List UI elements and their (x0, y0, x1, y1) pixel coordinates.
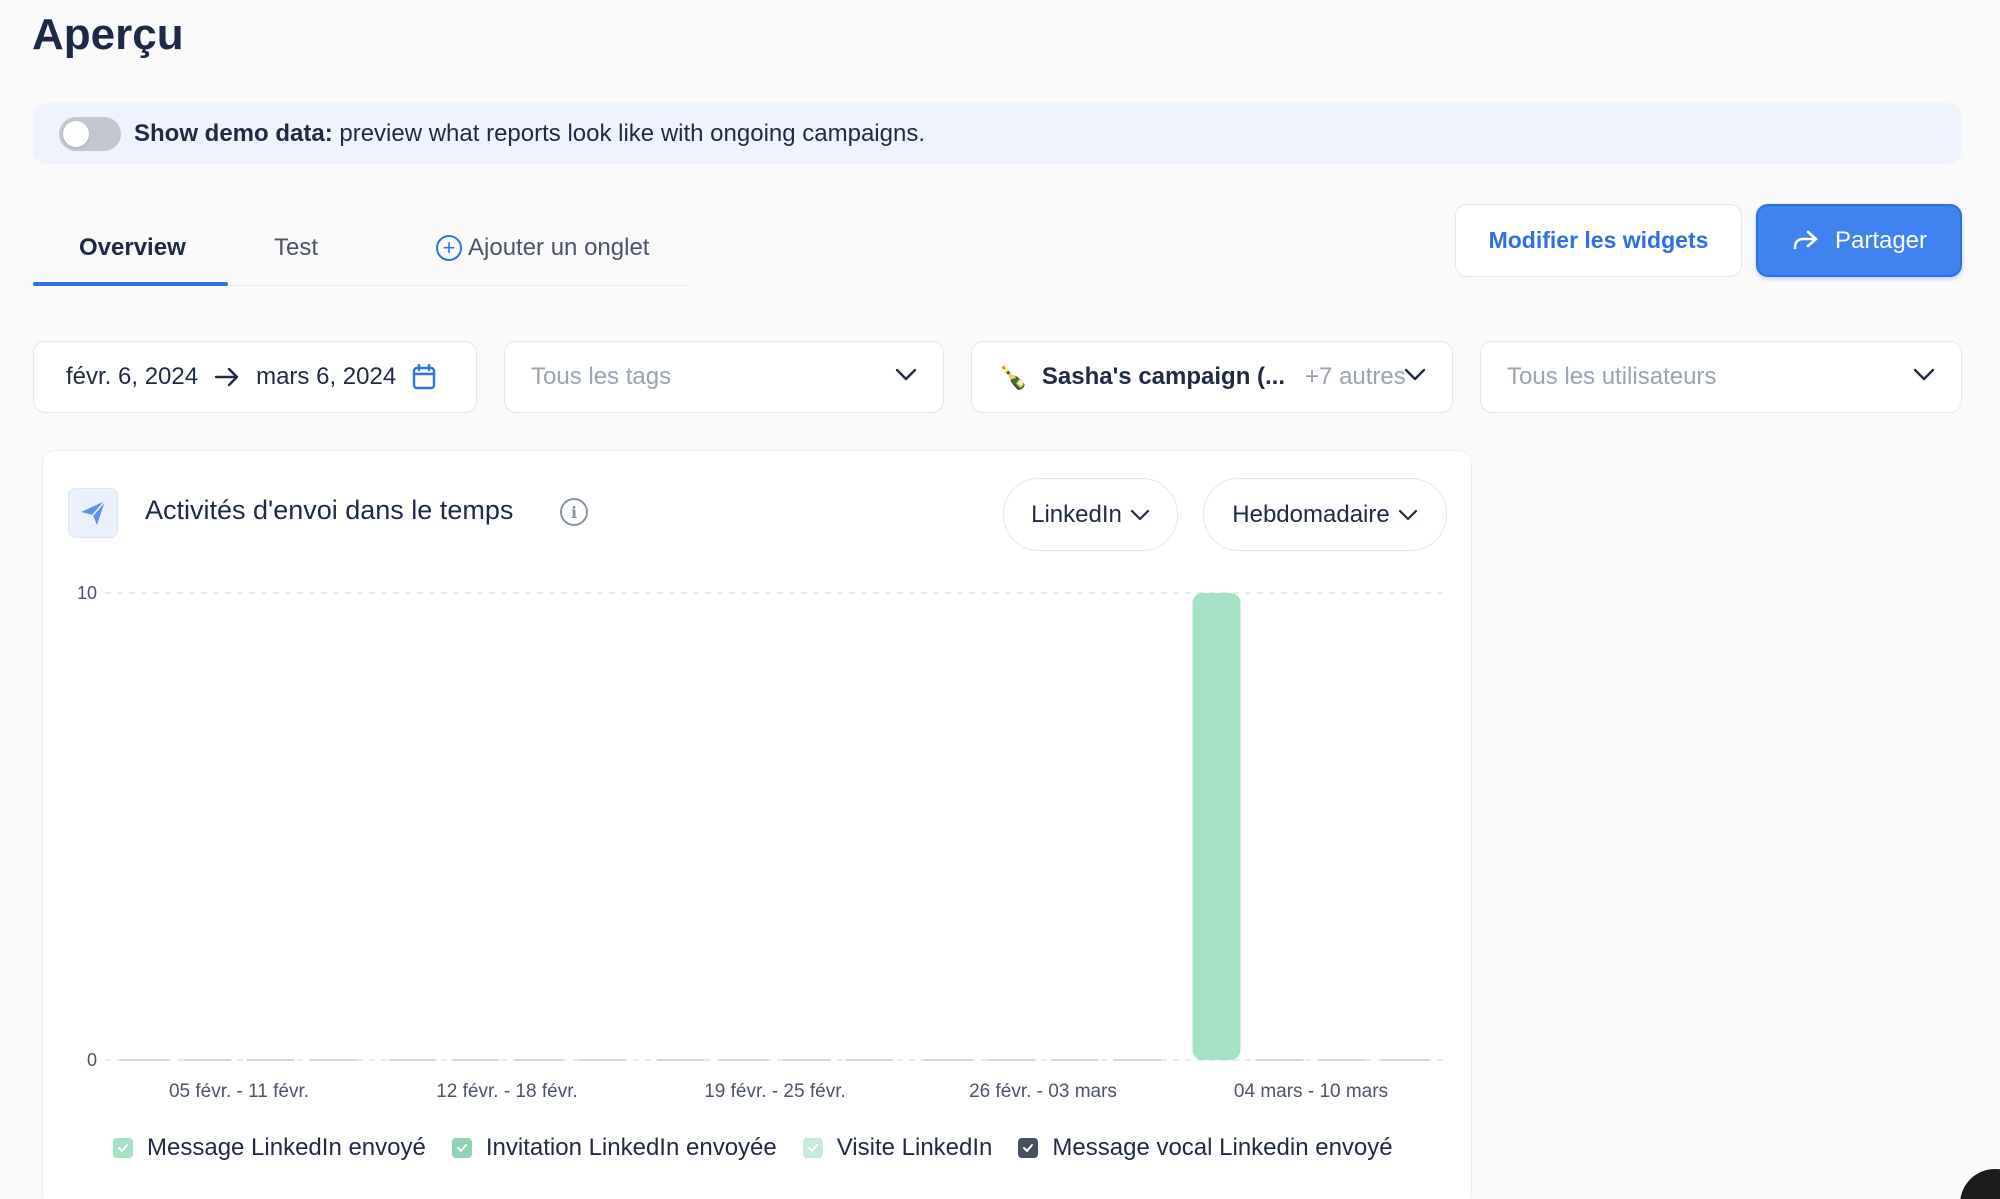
legend-label: Message vocal Linkedin envoyé (1052, 1134, 1393, 1161)
demo-data-text: Show demo data: preview what reports loo… (134, 120, 925, 148)
chart-legend: Message LinkedIn envoyé Invitation Linked… (113, 1134, 1419, 1162)
demo-data-toggle[interactable] (59, 116, 121, 151)
legend-item[interactable]: Message LinkedIn envoyé (113, 1134, 426, 1162)
page-title: Aperçu (32, 10, 184, 59)
demo-data-label: Show demo data: (134, 119, 333, 147)
arrow-right-icon (214, 367, 239, 387)
share-button-label: Partager (1834, 226, 1928, 254)
x-tick-label: 04 mars - 10 mars (1234, 1081, 1388, 1102)
champagne-icon: 🍾 (998, 363, 1028, 391)
legend-item[interactable]: Invitation LinkedIn envoyée (451, 1134, 777, 1162)
legend-item[interactable]: Visite LinkedIn (802, 1134, 993, 1162)
active-tab-indicator (33, 282, 228, 286)
share-button[interactable]: Partager (1756, 204, 1962, 277)
chevron-down-icon (1404, 368, 1426, 381)
checkbox-icon[interactable] (451, 1138, 472, 1158)
users-select[interactable]: Tous les utilisateurs (1480, 341, 1962, 413)
tags-select[interactable]: Tous les tags (504, 341, 944, 413)
legend-label: Visite LinkedIn (836, 1134, 993, 1161)
date-range-picker[interactable]: févr. 6, 2024 mars 6, 2024 (33, 341, 477, 413)
share-icon (1793, 230, 1818, 249)
checkbox-icon[interactable] (113, 1138, 133, 1158)
x-tick-label: 19 févr. - 25 févr. (704, 1081, 846, 1102)
tab-overview[interactable]: Overview (79, 210, 186, 286)
tab-test-label: Test (274, 234, 319, 261)
legend-label: Message LinkedIn envoyé (147, 1134, 426, 1161)
chevron-down-icon (895, 368, 917, 381)
chevron-down-icon (1913, 368, 1935, 381)
date-end: mars 6, 2024 (256, 363, 397, 390)
chat-widget-button[interactable] (1960, 1169, 2000, 1199)
calendar-icon (412, 364, 436, 390)
add-tab-button[interactable]: + Ajouter un onglet (436, 210, 649, 286)
tab-test[interactable]: Test (274, 210, 318, 286)
campaign-name: Sasha's campaign (... (1041, 363, 1286, 390)
legend-item[interactable]: Message vocal Linkedin envoyé (1018, 1134, 1393, 1162)
y-tick-label: 0 (87, 1050, 97, 1070)
campaign-others-count: +7 autres (1305, 363, 1406, 390)
tab-overview-label: Overview (79, 234, 186, 261)
date-start: févr. 6, 2024 (66, 363, 199, 390)
activity-bar-chart: 0 10 05 févr. - 11 févr. 12 févr. - 18 févr… (77, 583, 1445, 1102)
report-tabs: Overview Test + Ajouter un onglet (33, 210, 688, 286)
bar (1192, 593, 1241, 1060)
checkbox-icon[interactable] (802, 1138, 823, 1158)
x-tick-label: 05 févr. - 11 févr. (169, 1081, 309, 1102)
add-tab-label: Ajouter un onglet (468, 234, 650, 261)
demo-data-description: preview what reports look like with ongo… (332, 119, 925, 147)
campaign-select[interactable]: 🍾 Sasha's campaign (... +7 autres (971, 341, 1453, 413)
edit-widgets-button[interactable]: Modifier les widgets (1455, 204, 1742, 277)
x-tick-label: 12 févr. - 18 févr. (436, 1081, 578, 1102)
users-placeholder: Tous les utilisateurs (1507, 363, 1717, 390)
tags-placeholder: Tous les tags (531, 363, 672, 390)
legend-label: Invitation LinkedIn envoyée (485, 1134, 777, 1161)
x-tick-label: 26 févr. - 03 mars (969, 1081, 1117, 1102)
sending-activity-widget: Activités d'envoi dans le temps i Linked… (42, 450, 1472, 1199)
checkbox-icon[interactable] (1018, 1138, 1039, 1158)
demo-data-banner: Show demo data: preview what reports loo… (33, 103, 1962, 164)
y-tick-label: 10 (77, 583, 97, 603)
plus-circle-icon: + (436, 235, 462, 261)
